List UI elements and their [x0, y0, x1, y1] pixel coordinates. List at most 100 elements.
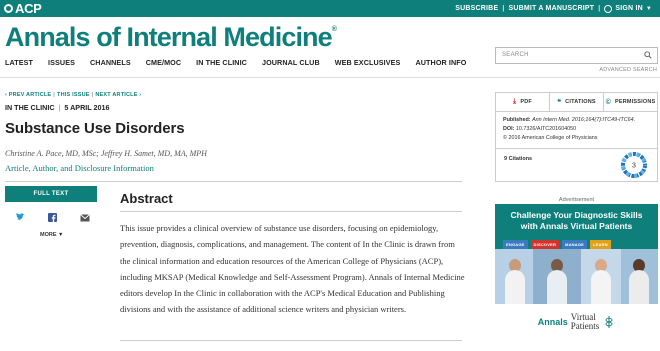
ad-tag-learn: LEARN	[590, 240, 611, 249]
nav-web-exclusives[interactable]: WEB EXCLUSIVES	[335, 58, 401, 67]
abstract-text: This issue provides a clinical overview …	[120, 223, 465, 315]
ad-photo	[495, 249, 533, 304]
chevron-down-icon[interactable]: ▼	[646, 6, 652, 12]
citations-button[interactable]: ❝ CITATIONS	[550, 93, 604, 111]
ad-tags: ENGAGE DISCOVER MANAGE LEARN	[503, 240, 614, 249]
person-figure	[629, 270, 649, 304]
email-icon[interactable]	[80, 213, 90, 222]
advanced-search-link[interactable]: ADVANCED SEARCH	[599, 67, 657, 73]
ad-tag-manage: MANAGE	[562, 240, 588, 249]
search-input[interactable]: SEARCH	[495, 47, 658, 64]
sign-in-link[interactable]: SIGN IN	[615, 5, 642, 12]
advertisement-banner[interactable]: Challenge Your Diagnostic Skills with An…	[495, 204, 658, 339]
share-bar	[15, 213, 90, 222]
main-nav: LATEST ISSUES CHANNELS CME/MOC IN THE CL…	[5, 58, 481, 67]
published-label: Published:	[503, 117, 531, 123]
doi-label: DOI:	[503, 126, 515, 132]
permissions-label: PERMISSIONS	[614, 99, 656, 105]
citations-label: CITATIONS	[565, 99, 596, 105]
citations-box: 9 Citations 3	[495, 149, 658, 182]
publication-info: Published: Ann Intern Med. 2016;164(7):I…	[495, 112, 658, 149]
abstract-heading: Abstract	[120, 191, 173, 206]
search-icon[interactable]	[644, 51, 652, 59]
person-figure	[547, 270, 567, 304]
article-navigation: ‹ PREV ARTICLE | THIS ISSUE | NEXT ARTICLE ›	[5, 92, 141, 98]
nav-divider	[0, 77, 660, 78]
acp-logo[interactable]: ACP	[4, 1, 42, 16]
more-label: MORE	[40, 232, 57, 238]
more-share-button[interactable]: MORE ▼	[40, 232, 63, 238]
twitter-icon[interactable]	[15, 213, 25, 222]
acp-logo-icon	[4, 4, 13, 13]
search-placeholder: SEARCH	[502, 52, 529, 58]
separator: |	[598, 5, 601, 12]
separator: |	[502, 5, 505, 12]
nav-cme-moc[interactable]: CME/MOC	[146, 58, 181, 67]
pdf-button[interactable]: ⤓ PDF	[496, 93, 550, 111]
permissions-button[interactable]: © PERMISSIONS	[604, 93, 657, 111]
subscribe-link[interactable]: SUBSCRIBE	[455, 5, 498, 12]
pdf-icon: ⤓	[513, 98, 517, 105]
nav-channels[interactable]: CHANNELS	[90, 58, 131, 67]
person-figure	[591, 270, 611, 304]
ad-headline-line-1: Challenge Your Diagnostic Skills	[510, 210, 643, 220]
ad-brand-subtitle: Virtual Patients	[570, 312, 600, 331]
facebook-icon[interactable]	[48, 213, 57, 222]
divider	[120, 340, 462, 341]
ad-photo	[621, 249, 658, 304]
article-section[interactable]: IN THE CLINIC	[5, 103, 55, 112]
pdf-label: PDF	[520, 99, 532, 105]
article-meta: IN THE CLINIC | 5 APRIL 2016	[5, 103, 110, 112]
ad-brand: Annals Virtual Patients	[495, 304, 658, 339]
ad-headline: Challenge Your Diagnostic Skills with An…	[495, 210, 658, 232]
published-line: Published: Ann Intern Med. 2016;164(7):I…	[503, 116, 650, 125]
nav-in-the-clinic[interactable]: IN THE CLINIC	[196, 58, 247, 67]
ad-brand-name: Annals	[537, 316, 568, 327]
ad-brand-sub-2: Patients	[570, 320, 600, 331]
separator: |	[58, 103, 61, 112]
ad-photo	[533, 249, 581, 304]
this-issue-link[interactable]: THIS ISSUE	[57, 92, 90, 98]
person-figure	[505, 270, 525, 304]
doi-line: DOI: 10.7326/AITC201604050	[503, 125, 650, 134]
submit-manuscript-link[interactable]: SUBMIT A MANUSCRIPT	[508, 5, 594, 12]
divider	[5, 181, 462, 182]
advertisement-label: Advertisement	[558, 197, 595, 203]
ad-tag-discover: DISCOVER	[530, 240, 560, 249]
nav-issues[interactable]: ISSUES	[48, 58, 75, 67]
ad-photos	[495, 249, 658, 304]
registered-mark: ®	[331, 26, 337, 33]
article-date: 5 APRIL 2016	[64, 103, 110, 112]
nav-author-info[interactable]: AUTHOR INFO	[415, 58, 466, 67]
citations-count[interactable]: 9 Citations	[504, 156, 532, 162]
altmetric-score: 3	[632, 163, 636, 170]
acp-logo-text: ACP	[15, 1, 42, 16]
published-value: Ann Intern Med. 2016;164(7):ITC49-ITC64.	[532, 117, 636, 123]
full-text-button[interactable]: FULL TEXT	[5, 186, 97, 202]
article-tools: ⤓ PDF ❝ CITATIONS © PERMISSIONS	[495, 92, 658, 112]
copyright-icon: ©	[605, 98, 611, 106]
disclosure-link[interactable]: Article, Author, and Disclosure Informat…	[5, 163, 154, 173]
copyright-line: © 2016 American College of Physicians	[503, 135, 598, 141]
separator: |	[53, 92, 56, 98]
caduceus-icon	[605, 315, 613, 328]
ad-headline-line-2: with Annals Virtual Patients	[520, 221, 633, 231]
top-bar: ACP SUBSCRIBE | SUBMIT A MANUSCRIPT | SI…	[0, 0, 660, 17]
divider	[120, 211, 462, 212]
doi-value[interactable]: 10.7326/AITC201604050	[516, 126, 576, 132]
article-authors[interactable]: Christine A. Pace, MD, MSc; Jeffrey H. S…	[5, 149, 207, 158]
user-icon	[604, 4, 613, 13]
nav-latest[interactable]: LATEST	[5, 58, 33, 67]
quote-icon: ❝	[557, 99, 562, 106]
altmetric-badge[interactable]: 3	[621, 152, 647, 178]
separator: |	[91, 92, 94, 98]
next-article-link[interactable]: NEXT ARTICLE ›	[95, 92, 141, 98]
chevron-down-icon: ▼	[58, 232, 64, 238]
journal-masthead[interactable]: Annals of Internal Medicine®	[5, 22, 337, 53]
ad-photo	[581, 249, 621, 304]
prev-article-link[interactable]: ‹ PREV ARTICLE	[5, 92, 51, 98]
top-links: SUBSCRIBE | SUBMIT A MANUSCRIPT | SIGN I…	[455, 0, 652, 17]
journal-title: Annals of Internal Medicine	[5, 22, 333, 52]
ad-tag-engage: ENGAGE	[503, 240, 528, 249]
nav-journal-club[interactable]: JOURNAL CLUB	[262, 58, 320, 67]
